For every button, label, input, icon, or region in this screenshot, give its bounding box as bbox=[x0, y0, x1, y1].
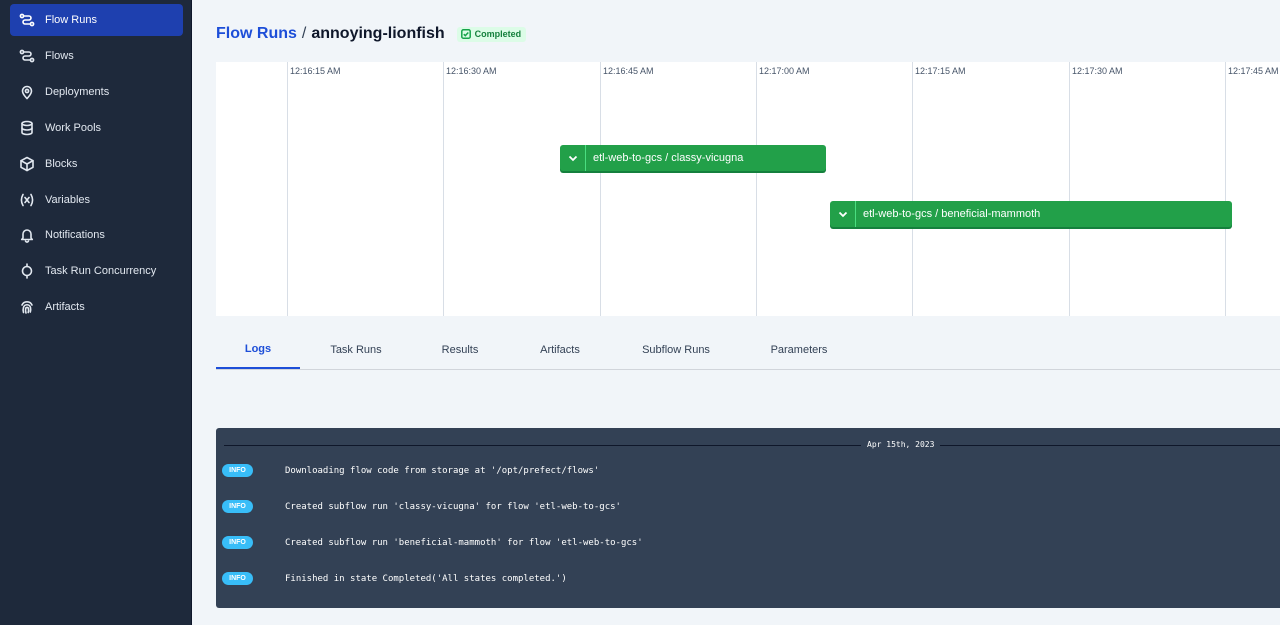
log-message: Downloading flow code from storage at '/… bbox=[285, 466, 600, 476]
timeline-gridline bbox=[756, 62, 757, 316]
log-level-badge: INFO bbox=[222, 464, 253, 477]
timeline-gridline bbox=[912, 62, 913, 316]
subflow-run-label: etl-web-to-gcs / classy-vicugna bbox=[593, 152, 744, 164]
sidebar: Flow Runs Flows Deployments Work Pools B… bbox=[0, 0, 192, 625]
log-message: Created subflow run 'classy-vicugna' for… bbox=[285, 502, 621, 512]
subflow-run-bar-beneficial-mammoth[interactable]: etl-web-to-gcs / beneficial-mammoth bbox=[830, 201, 1232, 227]
sidebar-item-flow-runs[interactable]: Flow Runs bbox=[10, 4, 183, 36]
map-pin-icon bbox=[18, 83, 36, 101]
flows-icon bbox=[18, 47, 36, 65]
sidebar-item-label: Flows bbox=[45, 50, 74, 62]
timeline-gridline bbox=[443, 62, 444, 316]
sidebar-item-label: Blocks bbox=[45, 158, 78, 170]
subflow-run-bar-classy-vicugna[interactable]: etl-web-to-gcs / classy-vicugna bbox=[560, 145, 826, 171]
sidebar-item-work-pools[interactable]: Work Pools bbox=[10, 112, 183, 144]
timeline-tick-label: 12:16:30 AM bbox=[446, 66, 497, 76]
sidebar-item-label: Artifacts bbox=[45, 301, 85, 313]
tab-subflow-runs[interactable]: Subflow Runs bbox=[626, 330, 726, 369]
timeline-gridline bbox=[1225, 62, 1226, 316]
sidebar-item-flows[interactable]: Flows bbox=[10, 40, 183, 72]
sidebar-item-label: Flow Runs bbox=[45, 14, 97, 26]
log-level-badge: INFO bbox=[222, 500, 253, 513]
check-square-icon bbox=[460, 29, 471, 39]
sidebar-item-label: Notifications bbox=[45, 229, 105, 241]
log-entry: INFO Downloading flow code from storage … bbox=[216, 464, 1280, 484]
expand-subflow-button[interactable] bbox=[830, 201, 856, 227]
timeline-tick-label: 12:17:15 AM bbox=[915, 66, 966, 76]
sidebar-item-variables[interactable]: Variables bbox=[10, 184, 183, 216]
log-message: Created subflow run 'beneficial-mammoth'… bbox=[285, 538, 643, 548]
tab-artifacts[interactable]: Artifacts bbox=[524, 330, 596, 369]
tab-task-runs[interactable]: Task Runs bbox=[316, 330, 396, 369]
log-date-label: Apr 15th, 2023 bbox=[861, 440, 941, 449]
sidebar-item-label: Work Pools bbox=[45, 122, 102, 134]
sidebar-item-deployments[interactable]: Deployments bbox=[10, 76, 183, 108]
sidebar-item-label: Variables bbox=[45, 194, 91, 206]
timeline-tick-label: 12:16:45 AM bbox=[603, 66, 654, 76]
sidebar-item-task-run-concurrency[interactable]: Task Run Concurrency bbox=[10, 255, 183, 287]
timeline-tick-label: 12:16:15 AM bbox=[290, 66, 341, 76]
breadcrumb-flow-runs-link[interactable]: Flow Runs bbox=[216, 25, 297, 43]
log-entry: INFO Created subflow run 'classy-vicugna… bbox=[216, 500, 1280, 520]
log-message: Finished in state Completed('All states … bbox=[285, 574, 567, 584]
concurrency-icon bbox=[18, 262, 36, 280]
status-badge-label: Completed bbox=[474, 29, 522, 39]
bell-icon bbox=[18, 226, 36, 244]
timeline-gridline bbox=[1069, 62, 1070, 316]
log-level-badge: INFO bbox=[222, 572, 253, 585]
expand-subflow-button[interactable] bbox=[560, 145, 586, 171]
timeline-tick-label: 12:17:45 AM bbox=[1228, 66, 1279, 76]
timeline-gridline bbox=[287, 62, 288, 316]
chevron-down-icon bbox=[568, 155, 577, 162]
sidebar-item-notifications[interactable]: Notifications bbox=[10, 219, 183, 251]
sidebar-item-blocks[interactable]: Blocks bbox=[10, 148, 183, 180]
log-entry: INFO Created subflow run 'beneficial-mam… bbox=[216, 536, 1280, 556]
log-level-badge: INFO bbox=[222, 536, 253, 549]
tab-logs[interactable]: Logs bbox=[216, 330, 300, 369]
cube-icon bbox=[18, 155, 36, 173]
flow-run-timeline[interactable]: 12:16:15 AM 12:16:30 AM 12:16:45 AM 12:1… bbox=[216, 62, 1280, 316]
sidebar-item-label: Deployments bbox=[45, 86, 110, 98]
flow-runs-icon bbox=[18, 11, 36, 29]
page-title: annoying-lionfish bbox=[311, 25, 445, 42]
subflow-run-label: etl-web-to-gcs / beneficial-mammoth bbox=[863, 208, 1041, 220]
tab-bar: Logs Task Runs Results Artifacts Subflow… bbox=[216, 330, 1280, 370]
fingerprint-icon bbox=[18, 298, 36, 316]
sidebar-item-artifacts[interactable]: Artifacts bbox=[10, 291, 183, 323]
database-icon bbox=[18, 119, 36, 137]
status-badge: Completed bbox=[456, 26, 527, 42]
timeline-tick-label: 12:17:00 AM bbox=[759, 66, 810, 76]
logs-panel[interactable]: Apr 15th, 2023 INFO Downloading flow cod… bbox=[216, 428, 1280, 608]
breadcrumb: Flow Runs / annoying-lionfish Completed bbox=[216, 24, 527, 44]
tab-parameters[interactable]: Parameters bbox=[756, 330, 842, 369]
breadcrumb-separator: / bbox=[301, 25, 307, 42]
variable-icon bbox=[18, 191, 36, 209]
log-entry: INFO Finished in state Completed('All st… bbox=[216, 572, 1280, 592]
timeline-gridline bbox=[600, 62, 601, 316]
timeline-tick-label: 12:17:30 AM bbox=[1072, 66, 1123, 76]
tab-results[interactable]: Results bbox=[426, 330, 494, 369]
sidebar-item-label: Task Run Concurrency bbox=[45, 265, 157, 277]
chevron-down-icon bbox=[838, 211, 847, 218]
date-divider bbox=[224, 445, 1280, 446]
